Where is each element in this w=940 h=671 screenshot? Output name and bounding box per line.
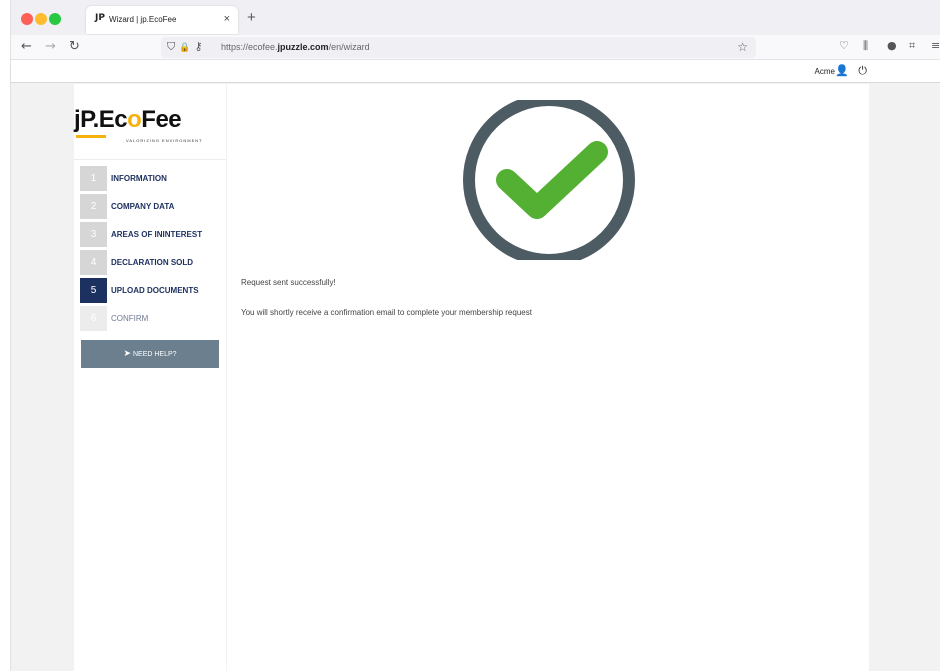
success-title: Request sent successfully! <box>241 278 336 287</box>
logo-brand-part3: Fee <box>141 106 182 133</box>
minimize-window-button[interactable] <box>35 13 47 25</box>
url-domain: jpuzzle.com <box>277 42 329 52</box>
step-areas-of-interest[interactable]: 3 AREAS OF ININTEREST <box>80 222 226 247</box>
need-help-button[interactable]: ➤ NEED HELP? <box>81 340 219 368</box>
close-window-button[interactable] <box>21 13 33 25</box>
step-number: 4 <box>80 250 107 275</box>
content-area: jP.EcoFee VALORIZING ENVIRONMENT 1 INFOR… <box>11 84 940 671</box>
library-icon[interactable]: ⫼ <box>863 39 868 53</box>
logo-brand-accent: o <box>127 106 142 133</box>
logo-tagline: VALORIZING ENVIRONMENT <box>126 138 203 143</box>
url-bar[interactable]: ⛉🔒⚷ https://ecofee.jpuzzle.com/en/wizard… <box>161 37 756 58</box>
logout-power-icon[interactable]: ⏻ <box>858 64 867 78</box>
back-icon[interactable]: ← <box>21 39 32 54</box>
step-number: 2 <box>80 194 107 219</box>
browser-window: JP Wizard | jp.EcoFee × + ← → ↻ ⛉🔒⚷ http… <box>10 0 940 671</box>
step-label: COMPANY DATA <box>111 202 175 211</box>
menu-icon[interactable]: ≡ <box>931 39 940 52</box>
close-tab-icon[interactable]: × <box>224 13 230 25</box>
step-label: CONFIRM <box>111 314 149 323</box>
step-number: 6 <box>80 306 107 331</box>
bookmark-star-icon[interactable]: ☆ <box>737 40 748 54</box>
step-company-data[interactable]: 2 COMPANY DATA <box>80 194 226 219</box>
user-name[interactable]: Acme <box>815 67 835 76</box>
jp-favicon-icon: JP <box>95 13 105 23</box>
step-upload-documents[interactable]: 5 UPLOAD DOCUMENTS <box>80 278 226 303</box>
step-declaration-sold[interactable]: 4 DECLARATION SOLD <box>80 250 226 275</box>
main-panel: Request sent successfully! You will shor… <box>227 84 869 671</box>
crop-icon[interactable]: ⌗ <box>909 39 915 53</box>
browser-tab[interactable]: JP Wizard | jp.EcoFee × <box>86 6 238 34</box>
key-icon[interactable]: ⚷ <box>194 40 206 53</box>
logo-brand: jP.EcoFee <box>74 106 182 134</box>
wizard-sidebar: jP.EcoFee VALORIZING ENVIRONMENT 1 INFOR… <box>74 84 226 671</box>
navigation-bar: ← → ↻ ⛉🔒⚷ https://ecofee.jpuzzle.com/en/… <box>11 35 940 60</box>
step-number: 5 <box>80 278 107 303</box>
step-number: 3 <box>80 222 107 247</box>
success-checkmark <box>496 141 608 219</box>
url-prefix: https://ecofee. <box>221 42 278 52</box>
jp-ecofee-logo: jP.EcoFee VALORIZING ENVIRONMENT <box>74 100 226 160</box>
logo-brand-part1: jP <box>74 106 93 133</box>
shield-icon[interactable]: ⛉ <box>167 40 179 53</box>
user-icon[interactable]: 👤 <box>835 64 849 77</box>
tab-title: Wizard | jp.EcoFee <box>109 15 177 24</box>
url-security-icons: ⛉🔒⚷ <box>167 40 207 54</box>
new-tab-icon[interactable]: + <box>247 9 256 26</box>
toolbar-icons: ♡ ⫼ ● ⌗ ≡ <box>831 39 940 57</box>
wizard-steps: 1 INFORMATION 2 COMPANY DATA 3 AREAS OF … <box>80 166 226 334</box>
app-header: Acme 👤 ⏻ <box>11 61 940 83</box>
paper-plane-icon: ➤ <box>123 349 131 359</box>
success-check-icon <box>463 100 635 260</box>
extension-icon[interactable]: ● <box>887 39 897 52</box>
forward-icon[interactable]: → <box>45 39 56 54</box>
lock-icon[interactable]: 🔒 <box>179 43 194 53</box>
step-information[interactable]: 1 INFORMATION <box>80 166 226 191</box>
pocket-icon[interactable]: ♡ <box>839 39 849 52</box>
url-text[interactable]: https://ecofee.jpuzzle.com/en/wizard <box>221 42 370 52</box>
tab-strip: JP Wizard | jp.EcoFee × + <box>11 0 940 35</box>
step-label: AREAS OF ININTEREST <box>111 230 203 239</box>
success-message: You will shortly receive a confirmation … <box>241 308 532 317</box>
maximize-window-button[interactable] <box>49 13 61 25</box>
reload-icon[interactable]: ↻ <box>69 39 80 54</box>
success-ring <box>463 100 635 260</box>
logo-underline <box>76 135 106 138</box>
step-number: 1 <box>80 166 107 191</box>
logo-brand-part2: Ec <box>98 106 128 133</box>
step-label: UPLOAD DOCUMENTS <box>111 286 199 295</box>
need-help-label: NEED HELP? <box>132 351 177 358</box>
step-label: DECLARATION SOLD <box>111 258 194 267</box>
step-confirm[interactable]: 6 CONFIRM <box>80 306 226 331</box>
step-label: INFORMATION <box>111 174 167 183</box>
url-path: /en/wizard <box>328 42 370 52</box>
